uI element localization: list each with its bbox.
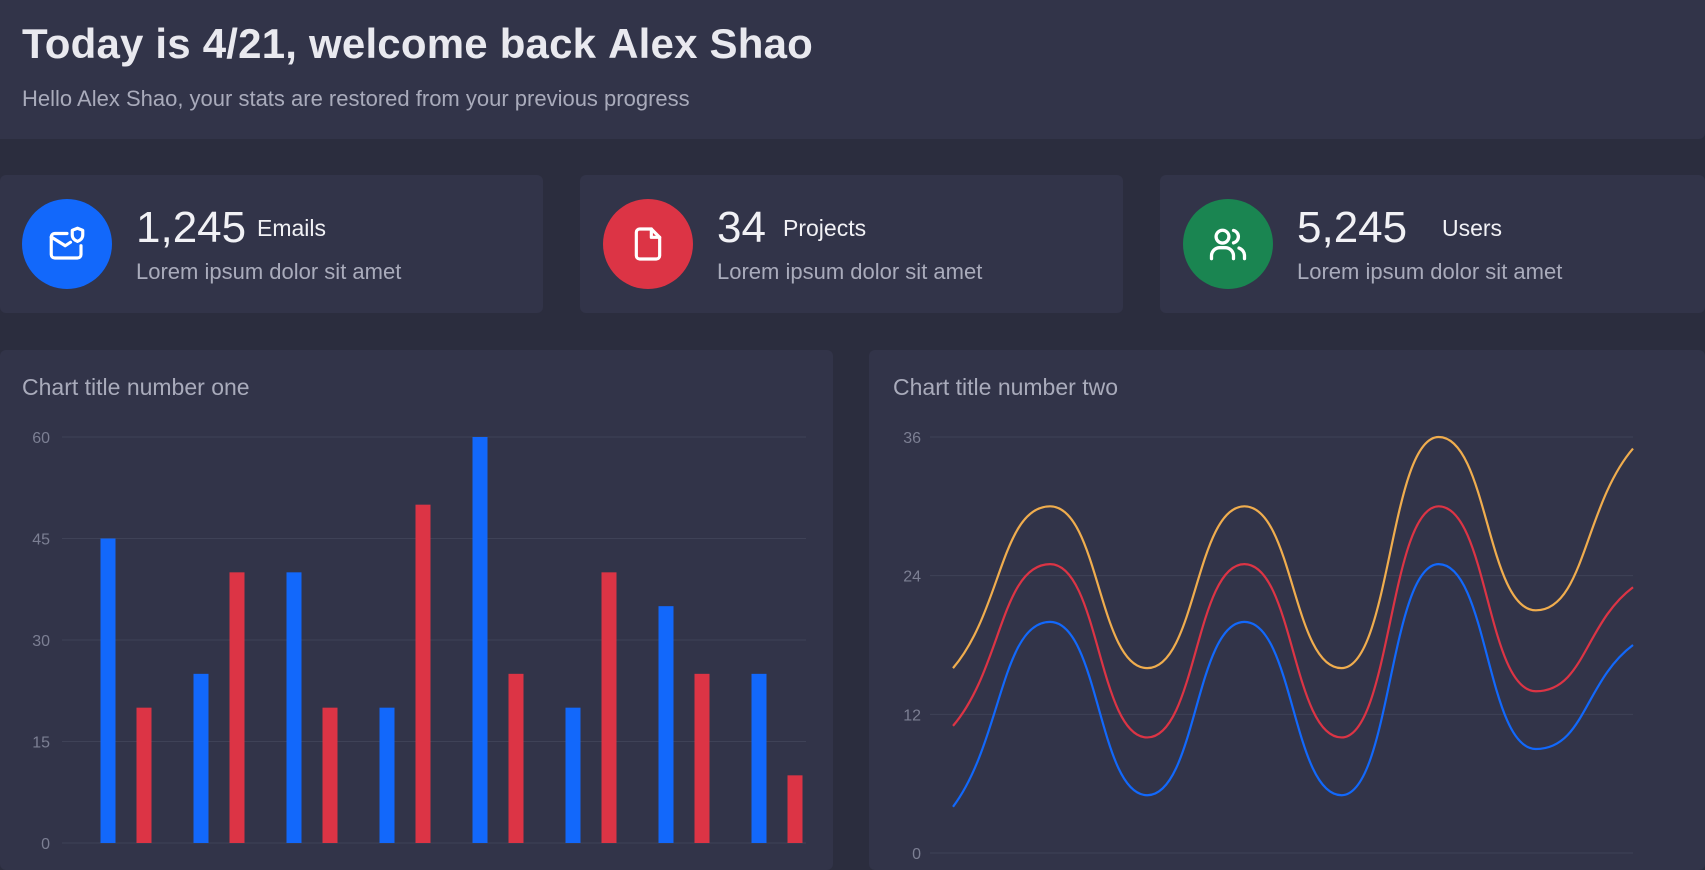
bar-series-2 — [322, 707, 338, 843]
y-tick-label: 45 — [32, 532, 50, 549]
stat-value: 5,245 — [1297, 203, 1408, 252]
stat-description: Lorem ipsum dolor sit amet — [717, 259, 983, 284]
bar-series-2 — [787, 775, 803, 843]
stat-label: Projects — [783, 215, 867, 241]
mail-shield-icon — [22, 199, 112, 289]
stat-value: 34 — [717, 203, 766, 252]
bar-series-1 — [565, 707, 581, 843]
stat-label: Emails — [257, 215, 327, 241]
line-chart: 0 12 24 36 — [903, 430, 1634, 863]
stat-card-emails: 1,245 Emails Lorem ipsum dolor sit amet — [0, 175, 543, 313]
stat-card-projects: 34 Projects Lorem ipsum dolor sit amet — [580, 175, 1123, 313]
title-text: Today is 4/21, welcome back — [22, 20, 609, 67]
line-series-1 — [952, 435, 1634, 670]
y-tick-label: 36 — [903, 430, 921, 447]
y-tick-label: 0 — [41, 836, 50, 853]
users-icon — [1183, 199, 1273, 289]
y-tick-label: 12 — [903, 707, 921, 724]
stat-description: Lorem ipsum dolor sit amet — [136, 259, 402, 284]
bar-series-2 — [694, 673, 710, 843]
y-tick-label: 15 — [32, 735, 50, 752]
stat-label: Users — [1442, 215, 1503, 241]
welcome-header: Today is 4/21, welcome back Alex Shao He… — [0, 0, 1705, 139]
bar-series-2 — [136, 707, 152, 843]
bar-series-2 — [229, 572, 245, 843]
bar-series-1 — [472, 437, 488, 843]
y-tick-label: 24 — [903, 569, 921, 586]
file-icon — [603, 199, 693, 289]
y-tick-label: 60 — [32, 430, 50, 447]
y-tick-label: 0 — [912, 846, 921, 863]
chart-panel-two: Chart title number two 0 12 24 36 — [869, 350, 1705, 870]
bar-series-1 — [193, 673, 209, 843]
stat-description: Lorem ipsum dolor sit amet — [1297, 259, 1563, 284]
y-tick-label: 30 — [32, 633, 50, 650]
bar-chart: 0 15 30 45 60 — [32, 430, 806, 853]
page-title: Today is 4/21, welcome back Alex Shao — [22, 20, 813, 68]
bar-series-2 — [508, 673, 524, 843]
bar-series-1 — [379, 707, 395, 843]
stat-value: 1,245 — [136, 203, 247, 252]
bar-series-1 — [751, 673, 767, 843]
bar-series-2 — [415, 504, 431, 843]
chart-panel-one: Chart title number one 0 15 30 45 60 — [0, 350, 833, 870]
line-series-3 — [952, 563, 1634, 808]
bar-series-1 — [100, 538, 116, 843]
page-subtitle: Hello Alex Shao, your stats are restored… — [22, 86, 690, 111]
stat-card-users: 5,245 Users Lorem ipsum dolor sit amet — [1160, 175, 1705, 313]
user-name: Alex Shao — [608, 20, 813, 67]
bar-series-2 — [601, 572, 617, 843]
bar-series-1 — [286, 572, 302, 843]
bar-series-1 — [658, 606, 674, 843]
